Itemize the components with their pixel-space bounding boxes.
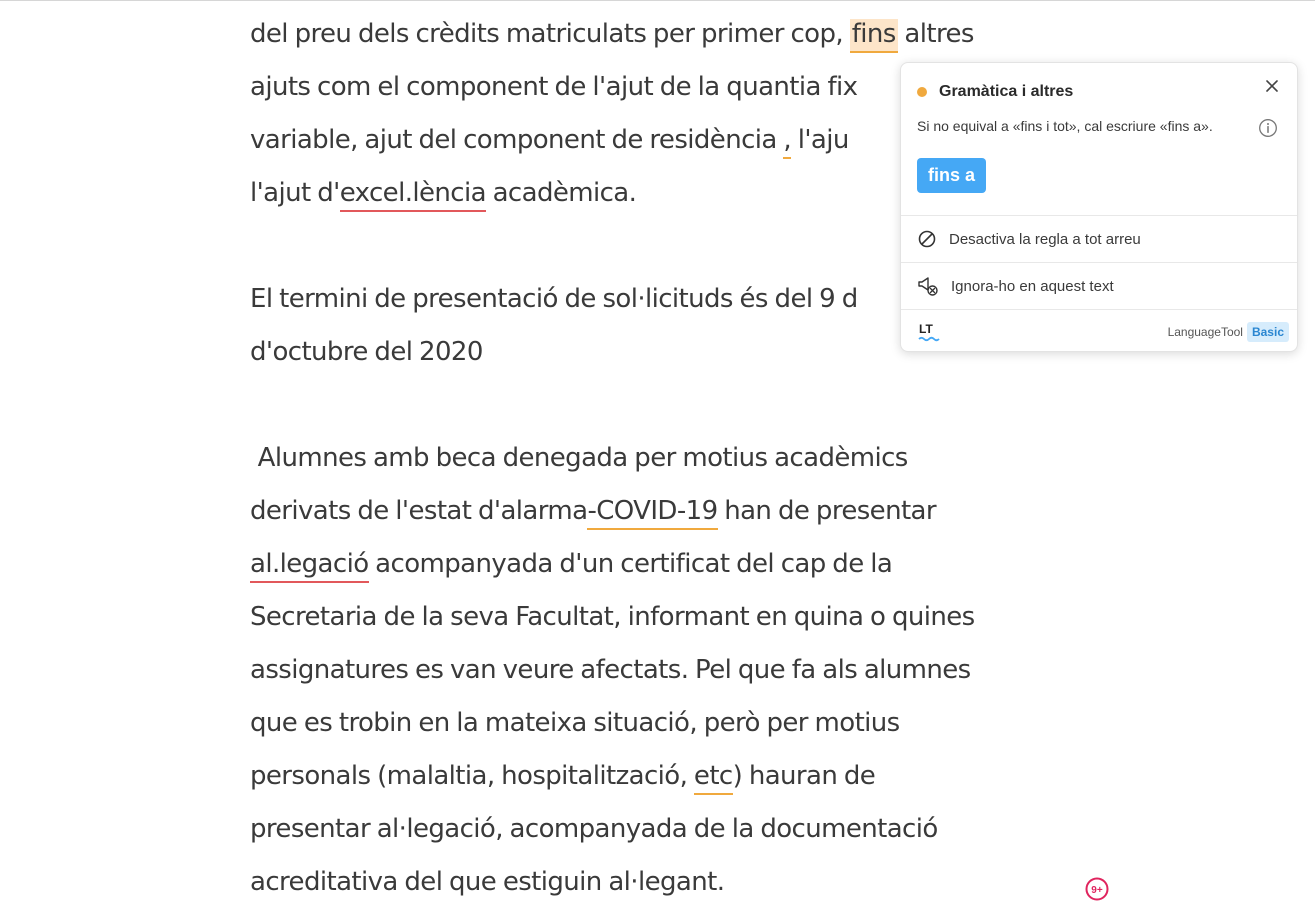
punctuation-flag-comma[interactable]: , bbox=[783, 125, 792, 159]
text-line: El termini de presentació de sol·licitud… bbox=[250, 279, 858, 319]
text-span: que es trobin en la mateixa situació, pe… bbox=[250, 708, 900, 738]
top-border bbox=[0, 0, 1315, 1]
text-span: assignatures es van veure afectats. Pel … bbox=[250, 655, 971, 685]
text-span: altres bbox=[897, 19, 974, 49]
text-line: al.legació acompanyada d'un certificat d… bbox=[250, 544, 893, 584]
megaphone-x-icon bbox=[918, 277, 938, 296]
text-span: personals (malaltia, hospitalització, bbox=[250, 761, 694, 791]
svg-text:LT: LT bbox=[919, 322, 933, 336]
text-span: del preu dels crèdits matriculats per pr… bbox=[250, 19, 850, 49]
close-icon bbox=[1266, 80, 1278, 92]
text-line: variable, ajut del component de residènc… bbox=[250, 120, 849, 160]
text-span: El termini de presentació de sol·licitud… bbox=[250, 284, 858, 314]
text-span: ajuts com el component de l'ajut de la q… bbox=[250, 72, 858, 102]
text-span: l'aju bbox=[791, 125, 850, 155]
grammar-flag-fins[interactable]: fins bbox=[849, 19, 898, 53]
text-line: Secretaria de la seva Facultat, informan… bbox=[250, 597, 975, 637]
text-line: assignatures es van veure afectats. Pel … bbox=[250, 650, 971, 690]
popup-header: Gramàtica i altres bbox=[917, 81, 1073, 103]
text-line: l'ajut d'excel.lència acadèmica. bbox=[250, 173, 637, 213]
languagetool-popup: Gramàtica i altres Si no equival a «fins… bbox=[900, 62, 1298, 352]
text-span: variable, ajut del component de residènc… bbox=[250, 125, 784, 155]
divider bbox=[901, 309, 1297, 310]
disable-rule-label: Desactiva la regla a tot arreu bbox=[949, 230, 1141, 248]
popup-footer: LT LanguageTool Basic bbox=[917, 319, 1289, 345]
info-icon[interactable] bbox=[1258, 118, 1278, 138]
suggestion-button[interactable]: fins a bbox=[917, 158, 987, 193]
text-line: Alumnes amb beca denegada per motius aca… bbox=[250, 438, 909, 478]
text-line: que es trobin en la mateixa situació, pe… bbox=[250, 703, 900, 743]
brand-name: LanguageTool bbox=[1167, 325, 1243, 339]
text-span: acompanyada d'un certificat del cap de l… bbox=[368, 549, 893, 579]
style-flag-covid[interactable]: -COVID-19 bbox=[587, 496, 718, 530]
languagetool-logo-icon: LT bbox=[918, 322, 940, 342]
disable-rule-button[interactable]: Desactiva la regla a tot arreu bbox=[917, 216, 1287, 262]
notification-badge-icon[interactable]: 9+ bbox=[1085, 877, 1109, 901]
text-line: del preu dels crèdits matriculats per pr… bbox=[250, 14, 974, 54]
text-span: han de presentar bbox=[717, 496, 936, 526]
text-span: presentar al·legació, acompanyada de la … bbox=[250, 814, 938, 844]
style-flag-etc[interactable]: etc bbox=[693, 761, 733, 795]
text-span: acreditativa del que estiguin al·legant. bbox=[250, 867, 725, 897]
spelling-error-excellencia[interactable]: excel.lència bbox=[339, 178, 487, 212]
text-span: l'ajut d' bbox=[250, 178, 340, 208]
spelling-error-allegacio[interactable]: al.legació bbox=[250, 549, 369, 583]
text-span: acadèmica. bbox=[485, 178, 637, 208]
text-span: ) hauran de bbox=[732, 761, 876, 791]
text-span: Secretaria de la seva Facultat, informan… bbox=[250, 602, 975, 632]
text-span: d'octubre del 2020 bbox=[250, 337, 483, 367]
close-button[interactable] bbox=[1261, 75, 1283, 97]
text-span: Alumnes amb beca denegada per motius aca… bbox=[250, 443, 909, 473]
text-span: derivats de l'estat d'alarma bbox=[250, 496, 588, 526]
text-line: derivats de l'estat d'alarma-COVID-19 ha… bbox=[250, 491, 937, 531]
category-title: Gramàtica i altres bbox=[939, 83, 1074, 100]
text-line: ajuts com el component de l'ajut de la q… bbox=[250, 67, 858, 107]
circle-slash-icon bbox=[918, 230, 936, 248]
rule-message: Si no equival a «fins i tot», cal escriu… bbox=[917, 118, 1213, 134]
text-line: personals (malaltia, hospitalització, et… bbox=[250, 756, 876, 796]
text-line: d'octubre del 2020 bbox=[250, 332, 483, 372]
ignore-text-button[interactable]: Ignora-ho en aquest text bbox=[917, 263, 1287, 309]
text-line: acreditativa del que estiguin al·legant. bbox=[250, 862, 725, 902]
category-dot bbox=[917, 87, 927, 97]
notification-count: 9+ bbox=[1091, 885, 1103, 896]
ignore-text-label: Ignora-ho en aquest text bbox=[951, 277, 1114, 295]
plan-badge[interactable]: Basic bbox=[1246, 322, 1289, 342]
text-line: presentar al·legació, acompanyada de la … bbox=[250, 809, 938, 849]
